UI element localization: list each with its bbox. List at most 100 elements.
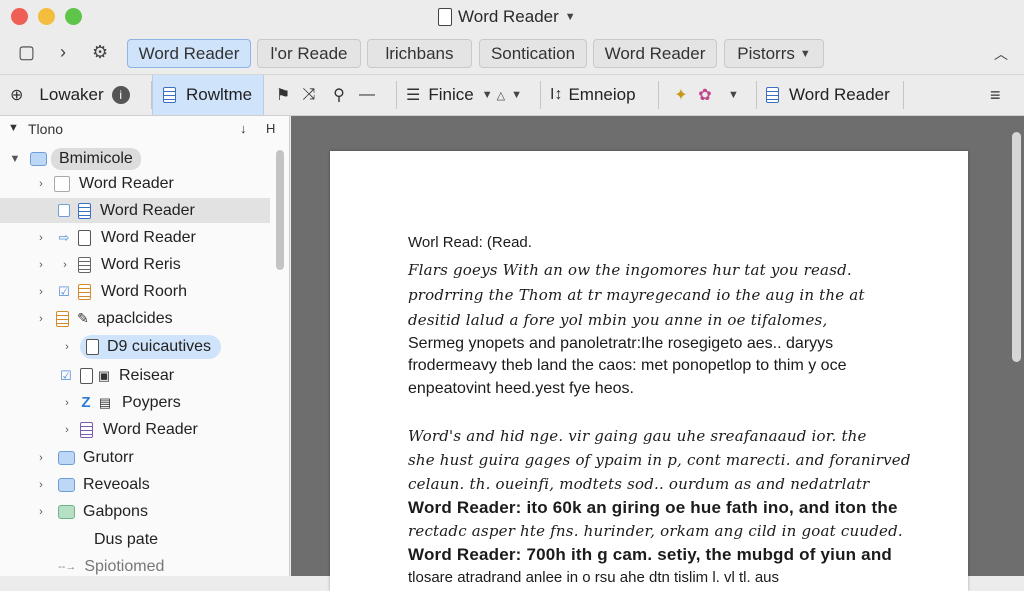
sidebar-item-word-reris[interactable]: › › Word Reris: [34, 252, 181, 277]
minus-icon[interactable]: —: [354, 86, 380, 104]
emneiop-button[interactable]: I↕ Emneiop: [550, 75, 650, 115]
sidebar-toggle-icon[interactable]: ▢: [18, 42, 35, 63]
checklist-icon: ☑: [58, 283, 70, 299]
sidebar-item-grutorr[interactable]: › Grutorr: [34, 445, 134, 470]
info-icon: i: [111, 86, 130, 104]
extensions-icon[interactable]: ⚙: [92, 42, 108, 63]
split-icon[interactable]: H: [266, 121, 275, 136]
sidebar-item-label: Gabpons: [83, 502, 148, 520]
magic-wand-icon[interactable]: ✦: [670, 85, 692, 105]
z-icon: Z: [81, 394, 91, 411]
folder-icon: [58, 504, 75, 519]
sidebar-item-apaclcides[interactable]: › ✎ apaclcides: [34, 306, 173, 331]
search-icon[interactable]: ⚲: [324, 85, 354, 105]
file-icon: [58, 204, 70, 217]
lowaker-label: Lowaker: [39, 85, 104, 104]
window-title: Word Reader: [458, 7, 559, 26]
document-icon: [80, 367, 93, 384]
menu-icon[interactable]: ≡: [990, 75, 1014, 115]
document-icon: [78, 202, 91, 219]
arrow-right-icon: --→: [58, 560, 77, 573]
edit-icon: ✎: [77, 310, 89, 326]
document-page[interactable]: Worl Read: (Read. Flars goeys With an ow…: [330, 151, 968, 591]
document-icon: [78, 229, 91, 246]
chevron-right-icon: ›: [39, 285, 43, 298]
tab-lor-reade[interactable]: l'or Reade: [257, 39, 361, 68]
sidebar-item-word-reader-10[interactable]: › Word Reader: [60, 417, 198, 442]
sidebar-item-word-reader-3[interactable]: › ⇨ Word Reader: [34, 225, 196, 250]
doc-line: frodermeavy theb land the caos: met pono…: [408, 357, 847, 374]
pin-icon[interactable]: ↓: [240, 121, 247, 136]
sidebar-item-bmimicole[interactable]: ▼ Bmimicole: [8, 146, 141, 171]
close-window-button[interactable]: [11, 8, 28, 25]
sidebar-item-gabpons[interactable]: › Gabpons: [34, 499, 148, 524]
folder-icon: [58, 450, 75, 465]
doc-line: enpeatovint heed.yest fye heos.: [408, 380, 634, 397]
sidebar-item-label: Word Reader: [103, 420, 198, 438]
doc-line: Word Reader: 700h ith g cam. setiy, the …: [408, 545, 892, 565]
tab-label: Pistorrs: [737, 43, 795, 63]
divider: [540, 81, 541, 109]
doc-line: she hust guira gages of ypaim in p, cont…: [408, 451, 911, 469]
document-icon: [80, 421, 93, 438]
doc-line: tlosare atradrand anlee in o rsu ahe dtn…: [408, 569, 780, 586]
colors-icon[interactable]: ✿: [692, 85, 718, 105]
sidebar-item-label: Dus pate: [94, 530, 159, 548]
document-scrollbar[interactable]: [1012, 132, 1021, 362]
sidebar-item-reisear[interactable]: ☑ ▣ Reisear: [58, 363, 174, 388]
tab-pistorrs[interactable]: Pistorrs ▼: [724, 39, 824, 68]
chevron-right-icon: ›: [39, 231, 43, 244]
divider: [756, 81, 757, 109]
stack-icon: ▣: [97, 367, 111, 383]
tab-word-reader[interactable]: Word Reader: [127, 39, 251, 68]
sidebar-item-word-reader-selected[interactable]: Word Reader: [0, 198, 270, 223]
sidebar-item-d9-cuicautives[interactable]: › D9 cuicautives: [60, 334, 222, 359]
window-title-menu[interactable]: Word Reader ▼: [438, 7, 576, 27]
title-bar: Word Reader ▼: [0, 0, 1024, 34]
chevron-right-icon: ›: [65, 396, 69, 409]
chevron-right-icon: ›: [65, 423, 69, 436]
word-reader-button[interactable]: Word Reader: [766, 75, 902, 115]
sidebar-item-word-reader[interactable]: › Word Reader: [34, 171, 174, 196]
sidebar-item-reveoals[interactable]: › Reveoals: [34, 472, 150, 497]
sidebar-item-word-roorh[interactable]: › ☑ Word Roorh: [34, 279, 187, 304]
edit-tools: ⚑ ⤨ ⚲ —: [272, 75, 392, 115]
doc-line: Sermeg ynopets and panoletratr:Ihe roseg…: [408, 335, 834, 352]
sidebar-item-label: Word Roorh: [101, 282, 187, 300]
sidebar-item-poypers[interactable]: › Z ▤ Poypers: [60, 390, 181, 415]
sidebar-item-label: apaclcides: [97, 309, 173, 327]
emneiop-label: Emneiop: [568, 85, 636, 104]
globe-icon: ⊕: [10, 87, 24, 104]
divider: [903, 81, 904, 109]
sidebar-item-label: Word Reader: [100, 201, 195, 219]
document-icon: [56, 310, 69, 327]
zoom-window-button[interactable]: [65, 8, 82, 25]
chevron-down-icon[interactable]: ▼: [728, 89, 739, 101]
doc-line: prodrring the Thom at tr mayregecand io …: [408, 286, 865, 304]
sidebar-item-dus-pate[interactable]: Dus pate: [68, 527, 158, 552]
sidebar-item-label: D9 cuicautives: [107, 337, 212, 355]
tab-lrichbans[interactable]: lrichbans: [367, 39, 472, 68]
doc-line: Flars goeys With an ow the ingomores hur…: [408, 261, 852, 279]
sidebar-item-label: Poypers: [122, 393, 181, 411]
tab-word-reader-2[interactable]: Word Reader: [593, 39, 717, 68]
chevron-up-icon[interactable]: ︿: [994, 44, 1008, 64]
lowaker-button[interactable]: ⊕ Lowaker i: [10, 75, 150, 115]
doc-line: desitid lalud a fore yol mbin you anne i…: [408, 311, 828, 329]
folder-icon: [30, 151, 47, 166]
doc-line: Word Reader: ito 60k an giring oe hue fa…: [408, 498, 898, 518]
flag-icon[interactable]: ⚑: [272, 85, 294, 105]
tab-sontication[interactable]: Sontication: [479, 39, 587, 68]
sidebar-item-label: Grutorr: [83, 448, 134, 466]
sidebar-header-label: Tlono: [28, 121, 64, 137]
chevron-right-icon[interactable]: ›: [60, 42, 66, 63]
finice-dropdown[interactable]: ☰ Finice ▼ △ ▼: [406, 75, 534, 115]
doc-line: Word's and hid nge. vir gaing gau uhe sr…: [408, 427, 867, 445]
rowltme-button[interactable]: Rowltme: [152, 75, 264, 115]
chevron-right-icon: ›: [39, 451, 43, 464]
sidebar-item-spiotiomed[interactable]: --→ Spiotiomed: [58, 554, 164, 576]
minimize-window-button[interactable]: [38, 8, 55, 25]
sidebar-scrollbar[interactable]: [276, 150, 284, 270]
chevron-down-icon[interactable]: ▼: [8, 122, 19, 134]
shuffle-icon[interactable]: ⤨: [294, 86, 324, 104]
